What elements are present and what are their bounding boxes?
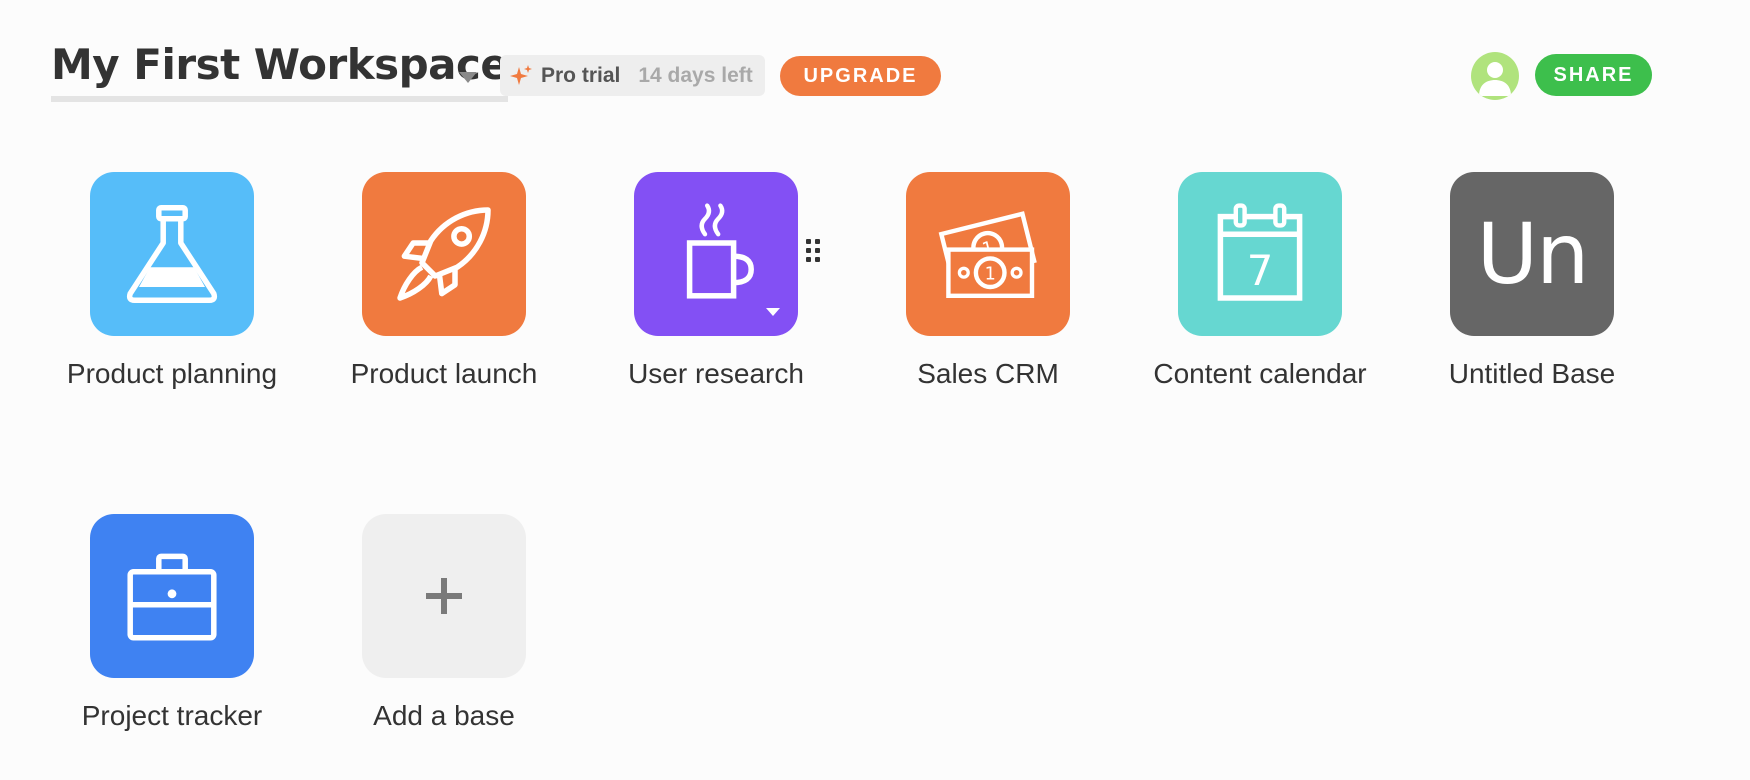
trial-days-left: 14 days left [638, 63, 753, 87]
workspace-title[interactable]: My First Workspace [51, 40, 509, 102]
base-icon[interactable] [634, 172, 798, 336]
workspace-menu-caret-icon[interactable] [459, 72, 477, 83]
base-label: Project tracker [81, 700, 263, 731]
base-label: Product planning [66, 358, 278, 389]
briefcase-icon [127, 553, 217, 641]
base-icon[interactable]: 1 1 [906, 172, 1070, 336]
base-tile-product-launch[interactable]: Product launch [324, 172, 564, 422]
base-label: Content calendar [1153, 358, 1367, 389]
calendar-date: 7 [1247, 246, 1274, 295]
coffee-mug-icon [686, 203, 754, 299]
base-label: Sales CRM [917, 358, 1059, 389]
sparkle-icon [510, 64, 532, 85]
base-label: Product launch [350, 358, 538, 389]
base-tile-sales-crm[interactable]: 1 1 Sales CRM [868, 172, 1108, 422]
base-tile-untitled-base[interactable]: Un Untitled Base [1412, 172, 1652, 422]
avatar[interactable] [1471, 52, 1519, 100]
pro-trial-badge[interactable]: Pro trial 14 days left [500, 55, 765, 96]
base-label: User research [628, 358, 804, 389]
drag-handle-icon[interactable] [806, 239, 822, 263]
upgrade-button[interactable]: UPGRADE [780, 56, 941, 96]
pro-trial-label: Pro trial [541, 63, 621, 87]
base-icon[interactable]: 7 [1178, 172, 1342, 336]
base-abbreviation: Un [1476, 205, 1590, 303]
base-icon[interactable] [90, 172, 254, 336]
base-tile-project-tracker[interactable]: Project tracker [52, 514, 292, 764]
plus-icon [426, 578, 462, 614]
add-base-button[interactable] [362, 514, 526, 678]
base-label: Untitled Base [1448, 358, 1616, 389]
base-tile-user-research[interactable]: User research [596, 172, 836, 422]
money-icon: 1 1 [938, 211, 1037, 298]
base-icon[interactable] [90, 514, 254, 678]
chevron-down-icon[interactable] [766, 308, 780, 316]
workspace-title-wrap[interactable]: My First Workspace [51, 40, 509, 102]
share-button[interactable]: SHARE [1535, 54, 1652, 96]
rocket-icon [397, 207, 491, 301]
add-base-tile[interactable]: Add a base [324, 514, 564, 764]
workspace-header: My First Workspace Pro trial 14 days lef… [0, 0, 1750, 120]
flask-icon [126, 205, 218, 303]
svg-text:1: 1 [985, 264, 996, 284]
calendar-icon: 7 [1217, 203, 1303, 301]
base-tile-content-calendar[interactable]: 7 Content calendar [1140, 172, 1380, 422]
base-tile-product-planning[interactable]: Product planning [52, 172, 292, 422]
base-icon[interactable]: Un [1450, 172, 1614, 336]
base-label: Add a base [373, 700, 515, 731]
user-icon [1479, 62, 1511, 96]
base-icon[interactable] [362, 172, 526, 336]
